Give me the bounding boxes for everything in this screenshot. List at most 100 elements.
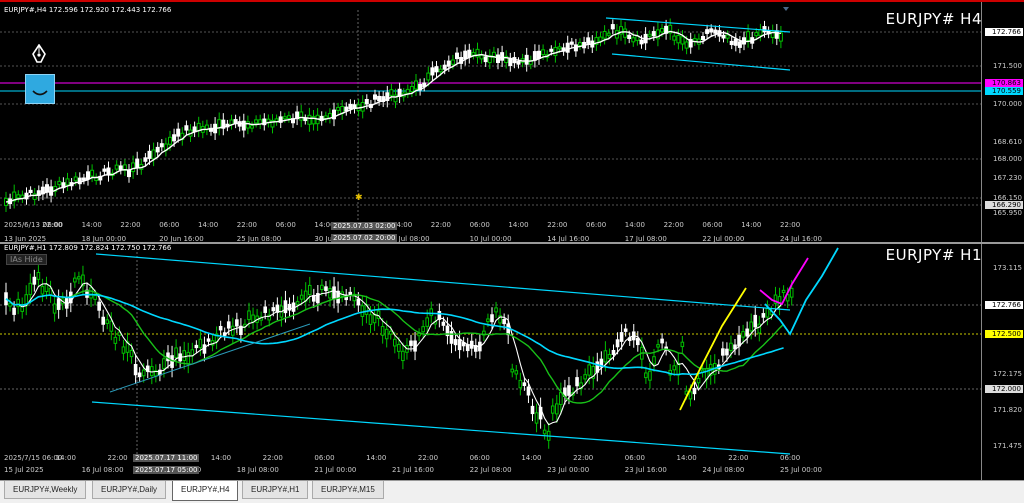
h4-candle-body [426, 72, 431, 81]
h4-time-tick: 14:00 [624, 221, 645, 229]
h4-candle-body [57, 180, 62, 186]
h1-candle-body [89, 287, 93, 299]
h1-candle-body [231, 325, 235, 336]
h4-candle-body [434, 66, 439, 73]
h4-candle-body [778, 32, 783, 42]
h1-candle-body [109, 320, 114, 332]
h1-candle-body [587, 364, 592, 376]
h1-candle-body [182, 350, 186, 362]
h4-candle-body [737, 41, 742, 48]
h1-candle-body [688, 391, 693, 400]
tab-weekly[interactable]: EURJPY#,Weekly [4, 481, 87, 499]
h4-candle-body [569, 41, 574, 45]
h1-candle-body [32, 276, 37, 285]
h1-candle-body [636, 337, 640, 346]
h4-candle-body [286, 115, 291, 119]
h4-candle-body [660, 28, 664, 33]
h4-time-tick: 06:00 [469, 221, 490, 229]
h1-candle-body [133, 363, 138, 376]
h4-candle-body [143, 157, 148, 162]
tab-daily[interactable]: EURJPY#,Daily [92, 481, 167, 499]
h1-candle-body [397, 343, 401, 352]
crosshair-marker: ✱ [355, 193, 363, 203]
h1-candle-body [506, 323, 510, 336]
h4-candle-body [623, 28, 628, 38]
h1-candle-body [534, 412, 539, 424]
h1-candle-body [141, 369, 146, 377]
h4-candle-body [762, 26, 767, 33]
h1-candle-body [368, 314, 373, 325]
h4-candle-body [102, 168, 107, 172]
h4-chart-pane[interactable]: ✱ EURJPY#,H4 172.596 172.920 172.443 172… [0, 0, 1024, 244]
h4-candle-body [364, 98, 369, 105]
h1-candle-body [696, 378, 701, 384]
h4-candle-body [377, 95, 382, 102]
scroll-marker-icon [783, 7, 789, 11]
h4-candle-body [549, 48, 554, 52]
crosshair-time-label: 2025.07.17 11:00 [133, 454, 200, 462]
h4-candle-body [627, 34, 632, 40]
h1-candle-body [198, 338, 203, 349]
h4-candle-body [598, 36, 603, 42]
h1-date-tick: 25 Jul 00:00 [780, 466, 822, 474]
h1-candle-body [741, 331, 745, 338]
crosshair-time-label: 2025.07.02 20:00 [331, 234, 398, 242]
hide-button[interactable]: IAs Hide [6, 254, 47, 265]
h4-candle-body [151, 149, 156, 160]
price-label: 171.820 [993, 406, 1022, 414]
h1-candle-body [52, 303, 57, 314]
h4-candle-body [541, 49, 546, 56]
h4-time-tick: 22:00 [663, 221, 684, 229]
h1-candle-body [388, 330, 393, 335]
h1-date-tick: 18 Jul 08:00 [236, 466, 279, 474]
h4-candle-body [725, 34, 730, 39]
h4-candle-body [709, 28, 714, 33]
h4-candle-body [639, 39, 644, 45]
h1-candle-body [150, 366, 154, 377]
level-tag: 172.500 [985, 330, 1023, 338]
h1-price-axis[interactable]: 173.115 172.175 171.820 171.475 172.766 … [981, 244, 1024, 480]
h4-time-tick: 06:00 [275, 221, 296, 229]
h4-candle-body [81, 177, 86, 181]
h1-candle-body [526, 386, 531, 396]
h4-time-tick: 22:00 [430, 221, 451, 229]
pen-nib-icon[interactable] [31, 44, 47, 66]
h4-candle-body [586, 37, 591, 44]
h4-candle-body [389, 89, 394, 96]
tab-h1[interactable]: EURJPY#,H1 [242, 481, 309, 499]
h1-candles [0, 247, 982, 455]
h1-candle-body [312, 295, 316, 302]
h4-time-tick: 06:00 [702, 221, 723, 229]
h1-candle-body [44, 283, 49, 293]
h1-candle-body [393, 338, 397, 347]
h4-candle-body [114, 164, 119, 170]
h1-candle-body [271, 307, 276, 312]
h1-date-tick: 24 Jul 08:00 [702, 466, 745, 474]
expert-advisor-icon[interactable] [25, 74, 55, 104]
h1-chart-pane[interactable]: EURJPY#,H1 172.809 172.824 172.750 172.7… [0, 244, 1024, 480]
tab-h4[interactable]: EURJPY#,H4 [172, 481, 239, 501]
h4-candle-body [684, 41, 689, 49]
h1-candle-body [510, 368, 515, 373]
h4-candle-body [524, 54, 529, 65]
h4-candle-body [336, 106, 341, 111]
h1-candle-body [137, 372, 142, 378]
h4-candle-body [172, 134, 177, 142]
h4-time-tick: 22:00 [120, 221, 141, 229]
h4-candle-body [471, 52, 476, 56]
h1-candle-body [8, 302, 12, 307]
h4-candle-body [758, 29, 763, 36]
h1-candle-body [575, 377, 579, 387]
h4-candle-body [557, 46, 562, 50]
h1-candle-body [372, 313, 377, 324]
h1-candle-body [729, 342, 733, 351]
h4-candle-body [610, 24, 615, 30]
h1-candle-body [409, 340, 413, 346]
h1-candle-body [174, 347, 178, 358]
tab-m15[interactable]: EURJPY#,M15 [312, 481, 384, 499]
h1-candle-body [283, 300, 288, 314]
h4-price-axis[interactable]: 171.500 170.000 168.610 168.000 167.230 … [981, 2, 1024, 244]
h4-candle-body [721, 34, 726, 39]
h4-time-tick: 14:00 [198, 221, 219, 229]
h1-candle-body [328, 288, 332, 299]
